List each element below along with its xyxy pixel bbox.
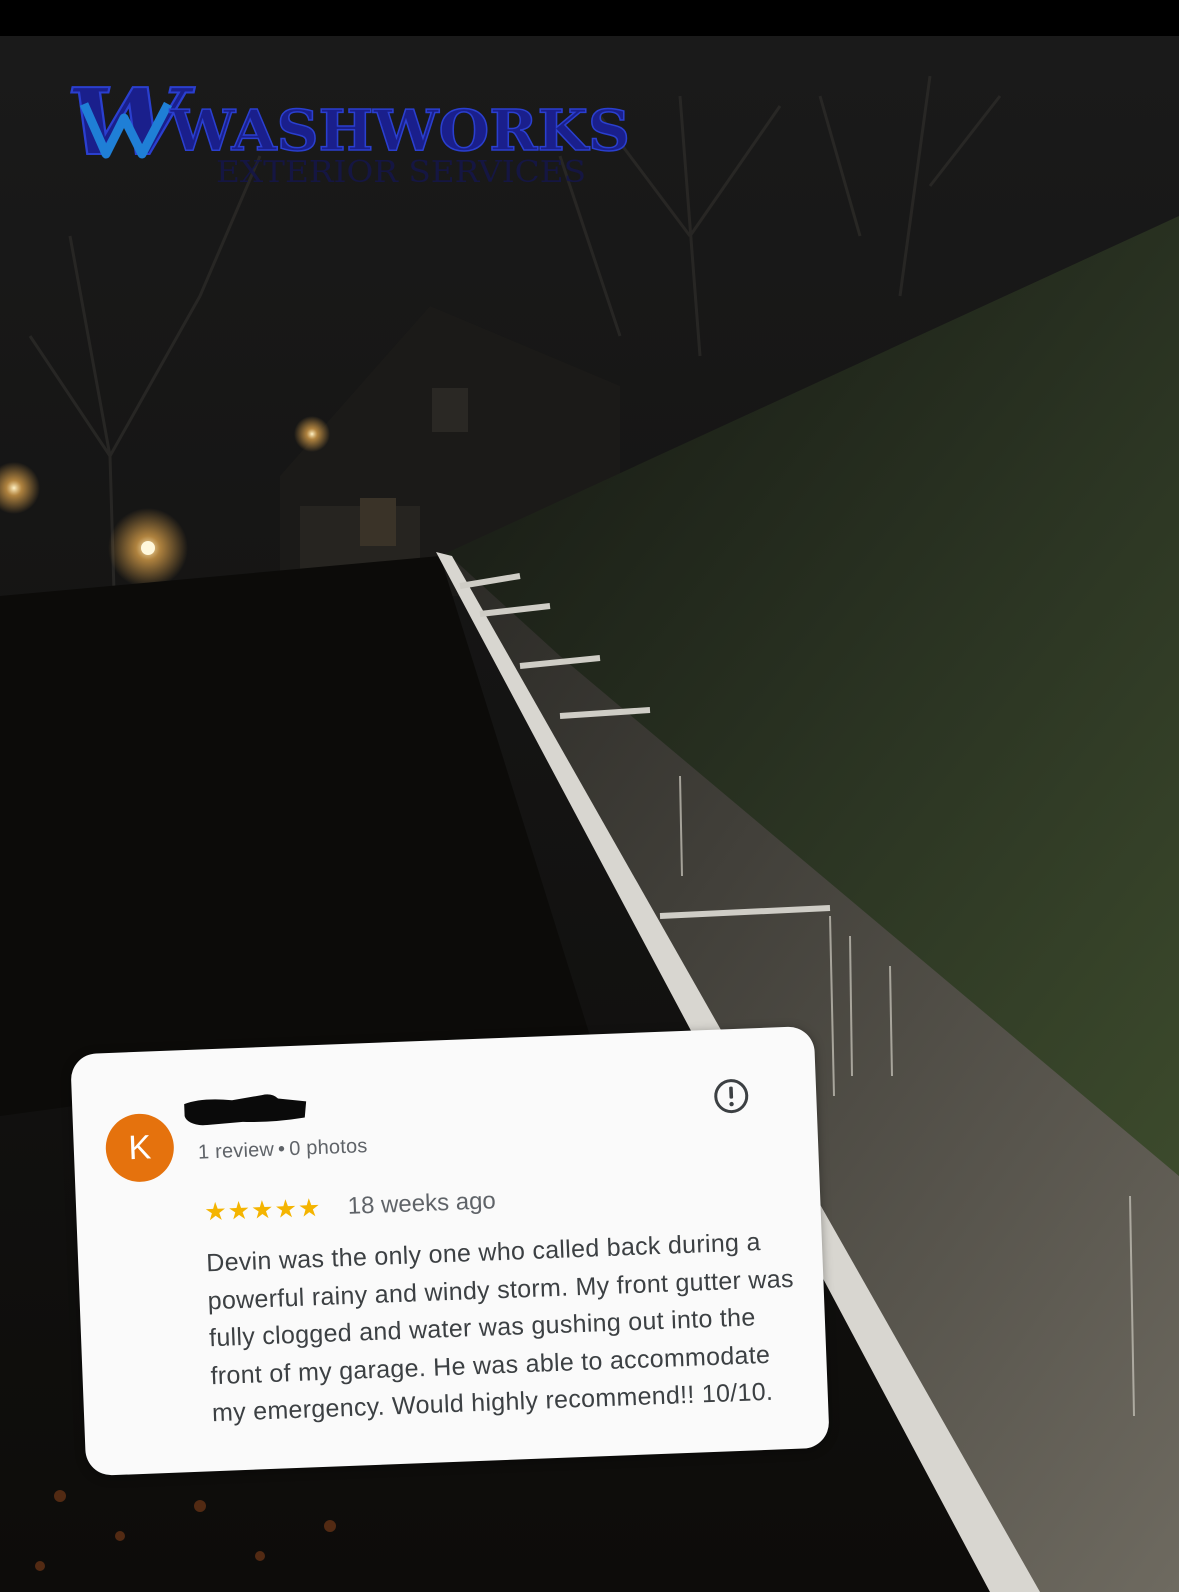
meta-separator: • — [277, 1138, 286, 1161]
reviewer-avatar[interactable]: K — [104, 1112, 176, 1184]
washworks-logo: W WASHWORKS EXTERIOR SERVICES — [66, 74, 631, 190]
review-count: 1 review — [197, 1138, 275, 1164]
review-card: K 1 review • 0 photos ★★★★★ 18 weeks ago D… — [70, 1025, 830, 1477]
star-rating: ★★★★★ — [203, 1192, 322, 1227]
review-text: Devin was the only one who called back d… — [205, 1228, 795, 1428]
reviewer-meta: 1 review • 0 photos — [198, 1135, 368, 1164]
rating-row: ★★★★★ 18 weeks ago — [203, 1186, 497, 1227]
photo-count: 0 photos — [288, 1135, 368, 1161]
top-bar — [0, 0, 1179, 36]
review-time: 18 weeks ago — [347, 1186, 497, 1220]
flag-report-icon[interactable] — [712, 1076, 751, 1115]
logo-tagline: EXTERIOR SERVICES — [216, 155, 586, 190]
redacted-reviewer-name — [184, 1094, 307, 1126]
screenshot: W WASHWORKS EXTERIOR SERVICES K 1 review… — [0, 0, 1179, 1592]
